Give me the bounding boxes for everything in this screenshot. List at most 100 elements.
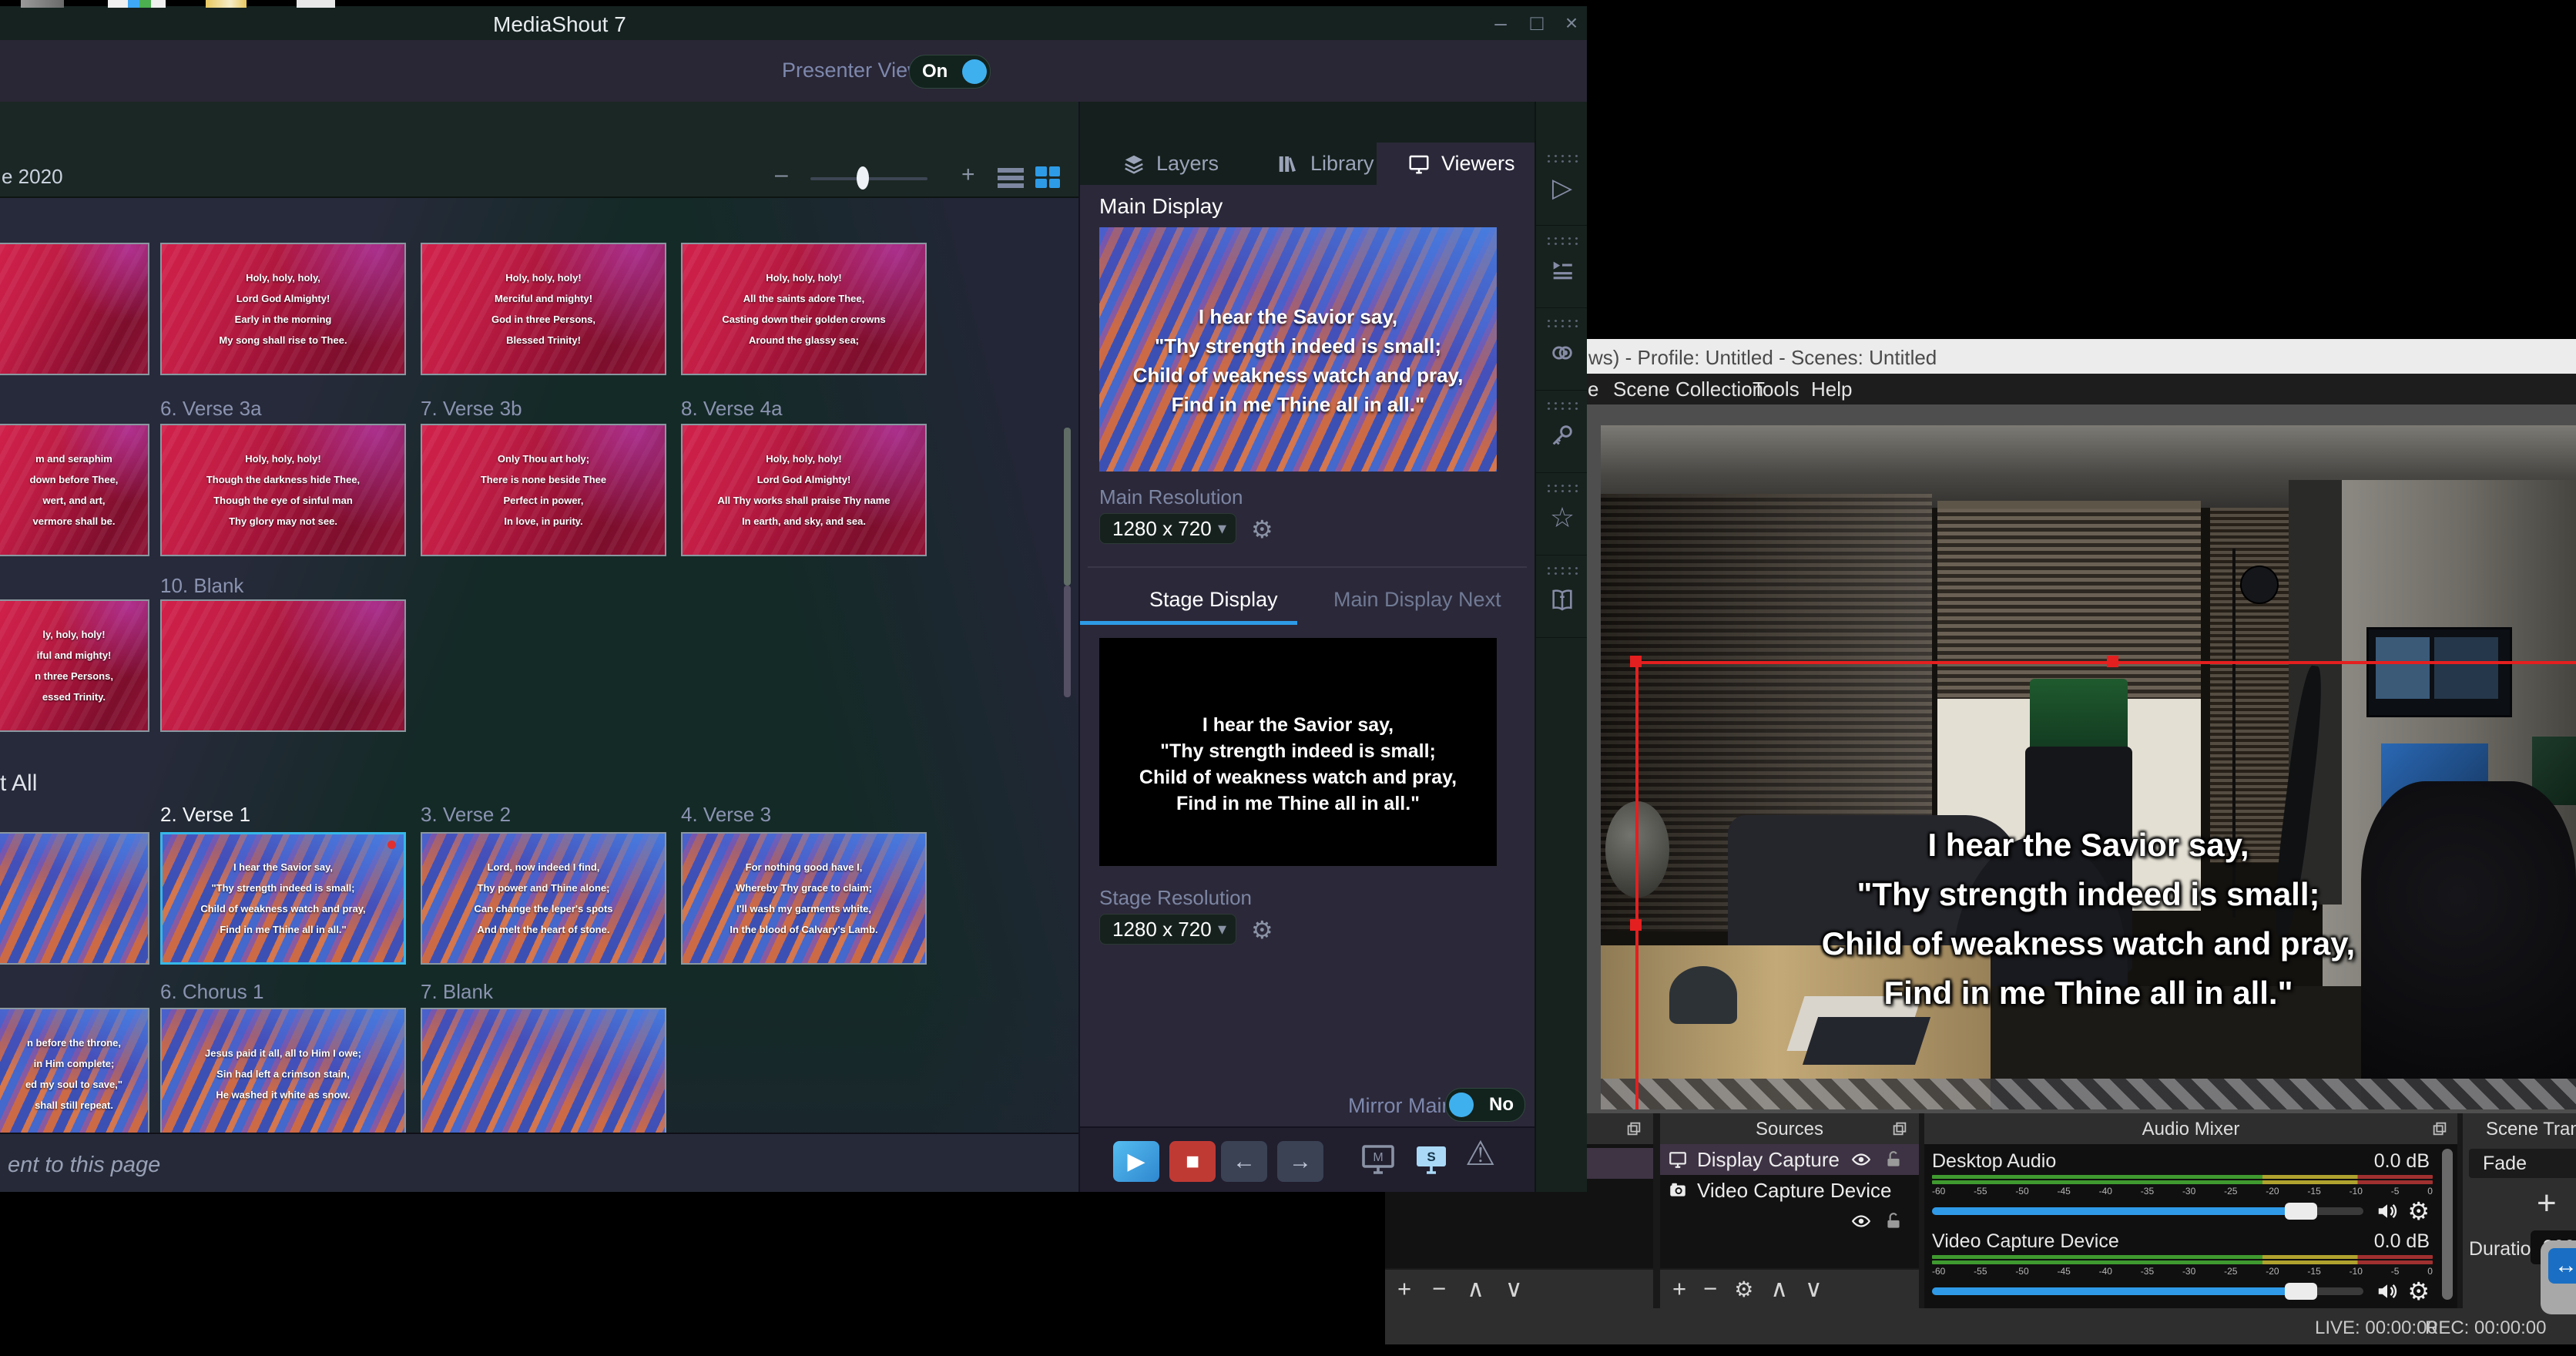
source-up-button[interactable]: ∧ — [1770, 1275, 1788, 1303]
main-display-toggle-icon[interactable]: M — [1360, 1140, 1397, 1177]
mixer-scrollbar[interactable] — [2442, 1149, 2453, 1300]
unlock-icon[interactable] — [1883, 1150, 1903, 1170]
visibility-eye-icon[interactable] — [1851, 1150, 1871, 1170]
deck-scrollbar-thumb-lower[interactable] — [1064, 586, 1071, 697]
previous-slide-button[interactable]: ← — [1221, 1141, 1267, 1182]
grid-view-icon[interactable] — [1035, 166, 1060, 188]
drag-grip[interactable] — [1545, 318, 1579, 327]
slide-thumbnail[interactable]: Jesus paid it all, all to Him I owe; Sin… — [160, 1008, 406, 1133]
visibility-eye-icon[interactable] — [1851, 1211, 1871, 1231]
presenter-view-toggle[interactable]: On — [909, 55, 991, 89]
next-slide-button[interactable]: → — [1277, 1141, 1323, 1182]
list-view-icon[interactable] — [998, 168, 1024, 188]
tab-stage-display[interactable]: Stage Display — [1149, 588, 1278, 612]
menu-profile-fragment[interactable]: e — [1588, 378, 1598, 401]
stop-button[interactable]: ■ — [1169, 1141, 1216, 1182]
scene-up-button[interactable]: ∧ — [1467, 1275, 1484, 1303]
source-row-display-capture[interactable]: Display Capture — [1660, 1144, 1919, 1175]
slide-thumbnail-selected[interactable]: I hear the Savior say, "Thy strength ind… — [160, 832, 406, 965]
zoom-slider-track[interactable] — [810, 177, 927, 180]
tab-main-display-next[interactable]: Main Display Next — [1333, 588, 1501, 612]
dock-item-favorites[interactable]: ☆ — [1536, 472, 1587, 555]
mirror-main-toggle[interactable]: No — [1445, 1088, 1525, 1122]
selection-handle-topcenter[interactable] — [2107, 656, 2118, 667]
slide-thumbnail[interactable]: Lord, now indeed I find, Thy power and T… — [421, 832, 666, 965]
dock-item-bible[interactable] — [1536, 555, 1587, 638]
transitions-panel-header[interactable]: Scene Transit — [2463, 1113, 2576, 1144]
slide-deck[interactable]: Holy, holy, holy, Lord God Almighty! Ear… — [0, 198, 1078, 1133]
speaker-icon[interactable] — [2376, 1280, 2399, 1303]
slide-thumbnail[interactable]: m and seraphim down before Thee, wert, a… — [0, 424, 149, 556]
speaker-icon[interactable] — [2376, 1200, 2399, 1223]
play-button[interactable]: ▶ — [1113, 1141, 1159, 1182]
warning-icon[interactable]: ⚠ — [1465, 1134, 1495, 1173]
selection-handle-midleft[interactable] — [1630, 919, 1642, 931]
mixer-panel-header[interactable]: Audio Mixer — [1924, 1113, 2457, 1144]
scene-down-button[interactable]: ∨ — [1505, 1275, 1523, 1303]
slide-thumbnail[interactable]: Holy, holy, holy! Though the darkness hi… — [160, 424, 406, 556]
slide-thumbnail[interactable] — [421, 1008, 666, 1133]
slide-thumbnail[interactable]: n before the throne, in Him complete; ed… — [0, 1008, 149, 1133]
menu-scene-collection[interactable]: Scene Collection — [1613, 378, 1763, 401]
minimize-button[interactable]: – — [1485, 11, 1516, 35]
slide-thumbnail[interactable] — [0, 832, 149, 965]
mediashout-titlebar[interactable]: MediaShout 7 – □ × — [0, 6, 1587, 40]
unlock-icon[interactable] — [1883, 1211, 1903, 1231]
channel-gear-icon[interactable]: ⚙ — [2407, 1277, 2430, 1306]
volume-slider-handle[interactable] — [2285, 1203, 2317, 1220]
main-resolution-dropdown[interactable]: 1280 x 720 ▾ — [1099, 513, 1236, 544]
source-properties-gear-icon[interactable]: ⚙ — [1734, 1277, 1753, 1302]
dock-item-keys[interactable] — [1536, 390, 1587, 473]
add-scene-button[interactable]: + — [1397, 1275, 1411, 1303]
zoom-out-button[interactable]: – — [775, 162, 788, 188]
key-icon — [1549, 422, 1575, 448]
slide-thumbnail[interactable]: Holy, holy, holy! Lord God Almighty! All… — [681, 424, 927, 556]
sources-panel-header[interactable]: Sources — [1660, 1113, 1919, 1144]
dock-item-playlist[interactable] — [1536, 225, 1587, 308]
slide-thumbnail[interactable] — [160, 599, 406, 732]
stage-resolution-dropdown[interactable]: 1280 x 720 ▾ — [1099, 914, 1236, 945]
slide-thumbnail[interactable]: Holy, holy, holy, Lord God Almighty! Ear… — [160, 243, 406, 375]
drag-grip[interactable] — [1545, 236, 1579, 245]
drag-grip[interactable] — [1545, 566, 1579, 575]
transition-select[interactable]: Fade — [2469, 1149, 2576, 1178]
slide-thumbnail[interactable] — [0, 243, 149, 375]
drag-grip[interactable] — [1545, 483, 1579, 492]
panel-pin-icon[interactable] — [2431, 1120, 2448, 1137]
source-row-video-capture[interactable]: Video Capture Device — [1660, 1175, 1919, 1206]
main-display-gear-icon[interactable]: ⚙ — [1251, 515, 1273, 544]
stage-display-toggle-icon[interactable]: S — [1413, 1140, 1450, 1177]
dock-item-play[interactable]: ▷ — [1536, 143, 1587, 226]
channel-gear-icon[interactable]: ⚙ — [2407, 1197, 2430, 1226]
drag-grip[interactable] — [1545, 401, 1579, 410]
deck-scrollbar-thumb[interactable] — [1064, 428, 1071, 586]
svg-text:M: M — [1373, 1151, 1383, 1164]
volume-slider-handle[interactable] — [2285, 1283, 2317, 1300]
stage-display-gear-icon[interactable]: ⚙ — [1251, 915, 1273, 945]
zoom-slider-knob[interactable] — [857, 166, 869, 190]
remove-source-button[interactable]: − — [1703, 1275, 1717, 1303]
add-transition-button[interactable]: + — [2537, 1184, 2557, 1223]
zoom-in-button[interactable]: + — [961, 162, 975, 188]
maximize-button[interactable]: □ — [1521, 11, 1552, 35]
menu-tools[interactable]: Tools — [1753, 378, 1800, 401]
selection-handle-topleft[interactable] — [1630, 656, 1642, 667]
slide-thumbnail[interactable]: Holy, holy, holy! Merciful and mighty! G… — [421, 243, 666, 375]
add-source-button[interactable]: + — [1672, 1275, 1686, 1303]
slide-thumbnail[interactable]: ly, holy, holy! iful and mighty! n three… — [0, 599, 149, 732]
slide-thumbnail[interactable]: Only Thou art holy; There is none beside… — [421, 424, 666, 556]
remove-scene-button[interactable]: − — [1432, 1275, 1446, 1303]
panel-pin-icon[interactable] — [1625, 1120, 1642, 1137]
slide-thumbnail[interactable]: Holy, holy, holy! All the saints adore T… — [681, 243, 927, 375]
slide-thumbnail[interactable]: For nothing good have I, Whereby Thy gra… — [681, 832, 927, 965]
close-button[interactable]: × — [1556, 11, 1587, 35]
teamviewer-bubble[interactable]: ↔ — [2541, 1240, 2576, 1314]
menu-help[interactable]: Help — [1811, 378, 1852, 401]
tab-layers[interactable]: Layers — [1099, 143, 1253, 185]
panel-pin-icon[interactable] — [1891, 1120, 1908, 1137]
source-down-button[interactable]: ∨ — [1805, 1275, 1823, 1303]
selection-line-top[interactable] — [1635, 661, 2576, 664]
drag-grip[interactable] — [1545, 153, 1579, 163]
selection-line-left[interactable] — [1635, 661, 1639, 1109]
dock-item-links[interactable] — [1536, 307, 1587, 391]
